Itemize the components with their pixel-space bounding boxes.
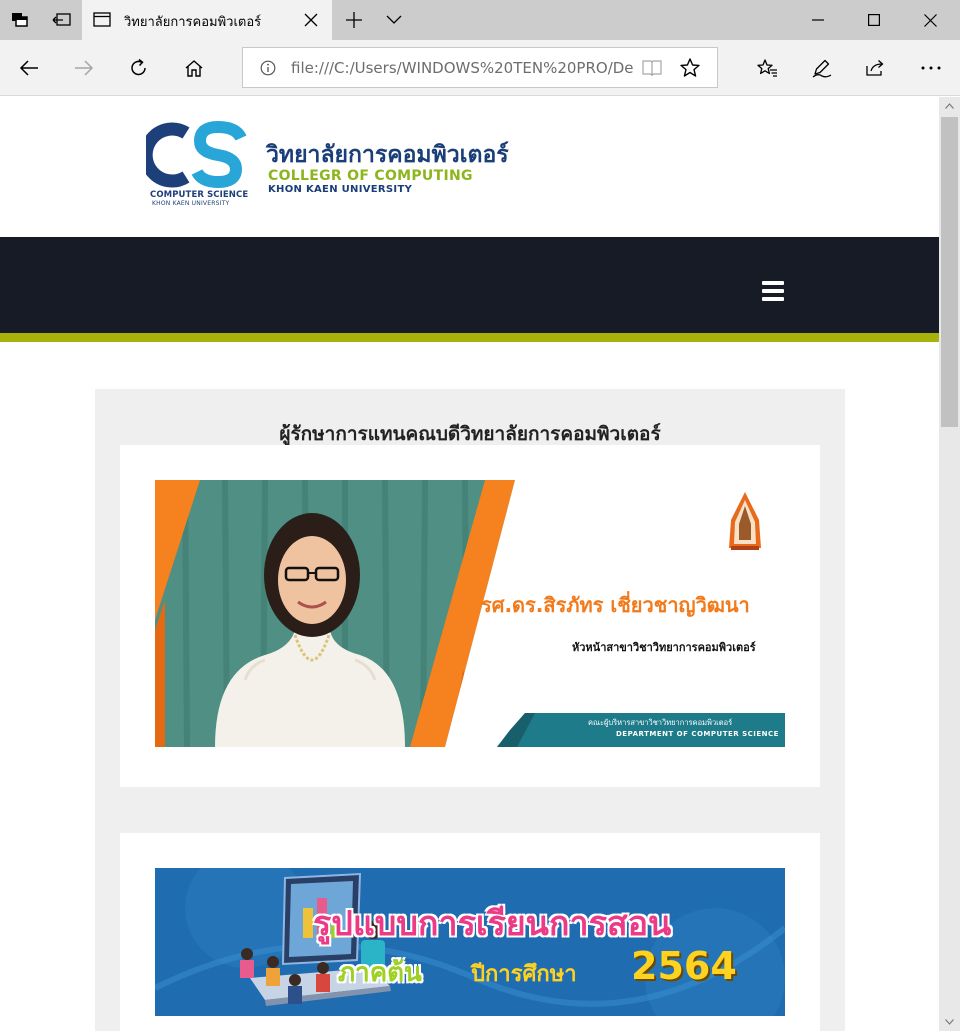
page-viewport: COMPUTER SCIENCE KHON KAEN UNIVERSITY วิ… xyxy=(0,97,939,1031)
set-aside-tabs-icon[interactable] xyxy=(42,0,82,40)
scroll-up-arrow-icon[interactable] xyxy=(939,97,960,115)
content-section: ผู้รักษาการแทนคณบดีวิทยาลัยการคอมพิวเตอร… xyxy=(95,389,845,1031)
teaching-format-card: รูปแบบการเรียนการสอน ภาคต้น ปีการศึกษา 2… xyxy=(120,833,820,1031)
more-options-icon[interactable] xyxy=(911,48,951,88)
site-header: COMPUTER SCIENCE KHON KAEN UNIVERSITY วิ… xyxy=(0,97,939,237)
minimize-icon[interactable] xyxy=(790,0,846,40)
back-icon[interactable] xyxy=(9,48,49,88)
site-university-name: KHON KAEN UNIVERSITY xyxy=(268,184,413,195)
hamburger-menu-icon[interactable] xyxy=(762,281,784,301)
teaching-banner-title: รูปแบบการเรียนการสอน xyxy=(313,904,672,944)
dean-card: รศ.ดร.สิรภัทร เชี่ยวชาญวิฒนา หัวหน้าสาขา… xyxy=(120,445,820,787)
logo-subtitle-kku: KHON KAEN UNIVERSITY xyxy=(152,200,230,207)
browser-toolbar: file:///C:/Users/WINDOWS%20TEN%20PRO/De xyxy=(0,40,960,96)
teaching-format-banner[interactable]: รูปแบบการเรียนการสอน ภาคต้น ปีการศึกษา 2… xyxy=(155,868,785,1016)
teaching-banner-year: 2564 xyxy=(631,944,737,988)
page-icon xyxy=(93,12,111,27)
maximize-icon[interactable] xyxy=(846,0,902,40)
dean-banner-footer-english: DEPARTMENT OF COMPUTER SCIENCE xyxy=(616,730,779,738)
new-tab-icon[interactable] xyxy=(334,0,374,40)
page-scrollbar[interactable] xyxy=(939,97,960,1031)
url-text: file:///C:/Users/WINDOWS%20TEN%20PRO/De xyxy=(291,59,634,77)
home-icon[interactable] xyxy=(174,48,214,88)
refresh-icon[interactable] xyxy=(119,48,159,88)
favorite-star-icon[interactable] xyxy=(680,58,700,77)
tab-close-icon[interactable] xyxy=(304,13,318,27)
reading-view-icon[interactable] xyxy=(642,59,662,77)
menu-accent-stripe xyxy=(0,333,939,342)
web-note-pen-icon[interactable] xyxy=(802,48,842,88)
scroll-down-arrow-icon[interactable] xyxy=(939,1013,960,1031)
share-icon[interactable] xyxy=(856,48,896,88)
browser-titlebar: วิทยาลัยการคอมพิวเตอร์ xyxy=(0,0,960,40)
tab-manager-icon[interactable] xyxy=(0,0,40,40)
tab-preview-chevron-icon[interactable] xyxy=(374,0,414,40)
dean-name: รศ.ดร.สิรภัทร เชี่ยวชาญวิฒนา xyxy=(481,593,750,617)
close-window-icon[interactable] xyxy=(902,0,958,40)
site-name-english: COLLEGR OF COMPUTING xyxy=(268,168,473,184)
favorites-hub-icon[interactable] xyxy=(747,48,787,88)
cs-logo-icon[interactable] xyxy=(146,121,250,189)
address-bar[interactable]: file:///C:/Users/WINDOWS%20TEN%20PRO/De xyxy=(242,47,718,88)
scroll-thumb[interactable] xyxy=(941,117,958,427)
teaching-banner-semester: ภาคต้น xyxy=(338,958,422,988)
tab-title: วิทยาลัยการคอมพิวเตอร์ xyxy=(124,15,262,30)
dean-banner[interactable]: รศ.ดร.สิรภัทร เชี่ยวชาญวิฒนา หัวหน้าสาขา… xyxy=(155,480,785,747)
active-tab[interactable]: วิทยาลัยการคอมพิวเตอร์ xyxy=(82,0,332,40)
dean-title: หัวหน้าสาขาวิชาวิทยาการคอมพิวเตอร์ xyxy=(572,641,756,654)
info-icon[interactable] xyxy=(260,60,276,76)
main-menu-bar xyxy=(0,237,939,333)
forward-icon[interactable] xyxy=(64,48,104,88)
logo-subtitle-cs: COMPUTER SCIENCE xyxy=(150,190,249,200)
teaching-banner-academic-year-label: ปีการศึกษา xyxy=(471,962,577,987)
dean-banner-footer-thai: คณะผู้บริหารสาขาวิชาวิทยาการคอมพิวเตอร์ xyxy=(588,718,733,727)
